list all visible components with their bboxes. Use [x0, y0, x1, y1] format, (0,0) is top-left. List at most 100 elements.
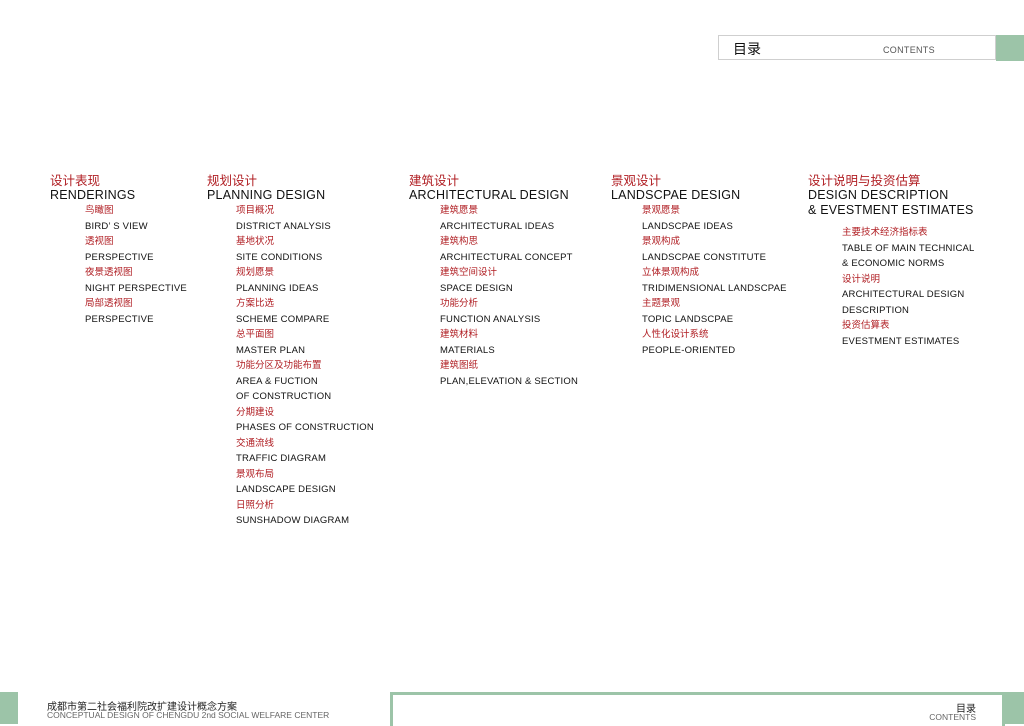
- header-green-block: [996, 35, 1024, 61]
- toc-entry-cn: 总平面图: [236, 329, 275, 340]
- toc-entry[interactable]: 主题景观 TOPIC LANDSCPAE: [642, 296, 787, 327]
- footer-page-title-en: CONTENTS: [929, 712, 976, 722]
- section-title-en: & EVESTMENT ESTIMATES: [808, 203, 974, 217]
- section-heading: 设计说明与投资估算 DESIGN DESCRIPTION & EVESTMENT E…: [808, 174, 974, 218]
- section-title-cn: 设计表现: [50, 174, 101, 188]
- toc-entry-en: DISTRICT ANALYSIS: [236, 220, 331, 232]
- toc-entry[interactable]: 夜景透视图 NIGHT PERSPECTIVE: [85, 265, 187, 296]
- toc-entry[interactable]: 主要技术经济指标表 TABLE OF MAIN TECHNICAL & ECONOM…: [842, 225, 975, 272]
- toc-entry-en: SITE CONDITIONS: [236, 251, 323, 263]
- toc-entry-en: ARCHITECTURAL CONCEPT: [440, 251, 573, 263]
- section-title-en: DESIGN DESCRIPTION: [808, 188, 949, 202]
- toc-entry-en: MATERIALS: [440, 344, 495, 356]
- toc-entry[interactable]: 交通流线 TRAFFIC DIAGRAM: [236, 436, 374, 467]
- section-heading: 规划设计 PLANNING DESIGN: [207, 174, 325, 203]
- toc-entry-cn: 人性化设计系统: [642, 329, 709, 340]
- toc-entry[interactable]: 总平面图 MASTER PLAN: [236, 327, 374, 358]
- toc-entry-en: PLAN,ELEVATION & SECTION: [440, 375, 579, 387]
- toc-entry-en: TOPIC LANDSCPAE: [642, 313, 734, 325]
- toc-entry-en: & ECONOMIC NORMS: [842, 258, 945, 269]
- toc-entry[interactable]: 景观愿景 LANDSCPAE IDEAS: [642, 203, 787, 234]
- toc-entry[interactable]: 功能分析 FUNCTION ANALYSIS: [440, 296, 578, 327]
- section-items: 建筑愿景 ARCHITECTURAL IDEAS 建筑构思 ARCHITECTURAL…: [440, 203, 578, 389]
- toc-entry-cn: 日照分析: [236, 499, 275, 511]
- toc-entry-cn: 功能分区及功能布置: [236, 360, 322, 371]
- section-items: 项目概况 DISTRICT ANALYSIS 基地状况 SITE CONDITIONS…: [236, 203, 374, 529]
- toc-entry[interactable]: 项目概况 DISTRICT ANALYSIS: [236, 203, 374, 234]
- toc-entry-en: TRIDIMENSIONAL LANDSCPAE: [642, 282, 787, 294]
- footer-frame: 目录 CONTENTS: [390, 692, 1005, 726]
- toc-entry-cn: 分期建设: [236, 406, 275, 418]
- toc-entry-en: PEOPLE-ORIENTED: [642, 344, 736, 356]
- toc-entry[interactable]: 建筑空间设计 SPACE DESIGN: [440, 265, 578, 296]
- header-title-cn: 目录: [733, 41, 761, 57]
- toc-entry[interactable]: 投资估算表 EVESTMENT ESTIMATES: [842, 318, 975, 349]
- toc-entry-en: TABLE OF MAIN TECHNICAL: [842, 242, 975, 254]
- section-heading: 建筑设计 ARCHITECTURAL DESIGN: [409, 174, 569, 203]
- toc-entry-en: LANDSCPAE IDEAS: [642, 220, 733, 232]
- toc-entry-en: TRAFFIC DIAGRAM: [236, 453, 327, 464]
- section-heading: 设计表现 RENDERINGS: [50, 174, 135, 203]
- toc-entry[interactable]: 建筑图纸 PLAN,ELEVATION & SECTION: [440, 358, 578, 389]
- toc-entry-en: MASTER PLAN: [236, 344, 306, 356]
- toc-entry-en: BIRD’ S VIEW: [85, 220, 148, 232]
- toc-entry-cn: 建筑空间设计: [440, 267, 498, 278]
- toc-entry-cn: 透视图: [85, 236, 114, 247]
- toc-entry-en: PLANNING IDEAS: [236, 282, 319, 294]
- toc-entry-en: DESCRIPTION: [842, 304, 910, 316]
- toc-entry[interactable]: 鸟瞰图 BIRD’ S VIEW: [85, 203, 187, 234]
- section-items: 景观愿景 LANDSCPAE IDEAS 景观构成 LANDSCPAE CONSTIT…: [642, 203, 787, 358]
- toc-entry-en: EVESTMENT ESTIMATES: [842, 335, 960, 347]
- section-title-en: RENDERINGS: [50, 188, 136, 202]
- toc-entry[interactable]: 方案比选 SCHEME COMPARE: [236, 296, 374, 327]
- toc-entry-cn: 夜景透视图: [85, 267, 133, 278]
- toc-entry-cn: 主题景观: [642, 298, 681, 309]
- section-title-cn: 景观设计: [611, 174, 662, 188]
- header-title-box: 目录 CONTENTS: [718, 35, 996, 60]
- section-title-en: PLANNING DESIGN: [207, 188, 326, 202]
- toc-entry-en: SCHEME COMPARE: [236, 313, 330, 325]
- toc-entry-en: LANDSCPAE CONSTITUTE: [642, 251, 767, 263]
- section-items: 鸟瞰图 BIRD’ S VIEW 透视图 PERSPECTIVE 夜景透视图 NIGHT …: [85, 203, 187, 327]
- toc-entry-cn: 建筑愿景: [440, 205, 479, 216]
- toc-entry[interactable]: 分期建设 PHASES OF CONSTRUCTION: [236, 405, 374, 436]
- toc-entry-cn: 投资估算表: [842, 320, 890, 331]
- toc-entry-en: FUNCTION ANALYSIS: [440, 313, 541, 325]
- toc-entry[interactable]: 基地状况 SITE CONDITIONS: [236, 234, 374, 265]
- toc-entry-cn: 建筑构思: [440, 236, 479, 247]
- toc-entry-cn: 局部透视图: [85, 298, 133, 309]
- toc-entry[interactable]: 设计说明 ARCHITECTURAL DESIGN DESCRIPTION: [842, 272, 975, 319]
- toc-entry-en: PHASES OF CONSTRUCTION: [236, 422, 374, 433]
- toc-entry-cn: 鸟瞰图: [85, 205, 114, 216]
- toc-entry-en: SUNSHADOW DIAGRAM: [236, 515, 350, 526]
- toc-entry-cn: 景观构成: [642, 236, 681, 247]
- toc-entry-en: LANDSCAPE DESIGN: [236, 484, 336, 495]
- section-title-cn: 建筑设计: [409, 174, 460, 188]
- toc-entry-en: AREA & FUCTION: [236, 375, 318, 387]
- toc-entry[interactable]: 建筑材料 MATERIALS: [440, 327, 578, 358]
- toc-entry-en: PERSPECTIVE: [85, 313, 154, 325]
- toc-entry[interactable]: 景观构成 LANDSCPAE CONSTITUTE: [642, 234, 787, 265]
- toc-entry-cn: 项目概况: [236, 205, 275, 216]
- toc-entry[interactable]: 功能分区及功能布置 AREA & FUCTION OF CONSTRUCTION: [236, 358, 374, 405]
- section-title-en: ARCHITECTURAL DESIGN: [409, 188, 569, 202]
- toc-entry-cn: 建筑材料: [440, 329, 479, 340]
- footer-green-block-right: [1005, 692, 1024, 724]
- toc-entry[interactable]: 透视图 PERSPECTIVE: [85, 234, 187, 265]
- toc-entry-en: ARCHITECTURAL DESIGN: [842, 289, 965, 300]
- footer-green-block-left: [0, 692, 18, 724]
- toc-entry-cn: 景观布局: [236, 468, 275, 480]
- toc-entry[interactable]: 建筑构思 ARCHITECTURAL CONCEPT: [440, 234, 578, 265]
- toc-entry-cn: 设计说明: [842, 273, 881, 285]
- toc-entry[interactable]: 规划愿景 PLANNING IDEAS: [236, 265, 374, 296]
- toc-entry[interactable]: 日照分析 SUNSHADOW DIAGRAM: [236, 498, 374, 529]
- toc-entry-cn: 建筑图纸: [440, 360, 479, 371]
- toc-entry[interactable]: 立体景观构成 TRIDIMENSIONAL LANDSCPAE: [642, 265, 787, 296]
- toc-entry[interactable]: 建筑愿景 ARCHITECTURAL IDEAS: [440, 203, 578, 234]
- section-items: 主要技术经济指标表 TABLE OF MAIN TECHNICAL & ECONOM…: [842, 225, 975, 349]
- section-title-cn: 设计说明与投资估算: [808, 174, 921, 188]
- toc-entry[interactable]: 局部透视图 PERSPECTIVE: [85, 296, 187, 327]
- toc-entry[interactable]: 景观布局 LANDSCAPE DESIGN: [236, 467, 374, 498]
- section-title-cn: 规划设计: [207, 174, 258, 188]
- toc-entry[interactable]: 人性化设计系统 PEOPLE-ORIENTED: [642, 327, 787, 358]
